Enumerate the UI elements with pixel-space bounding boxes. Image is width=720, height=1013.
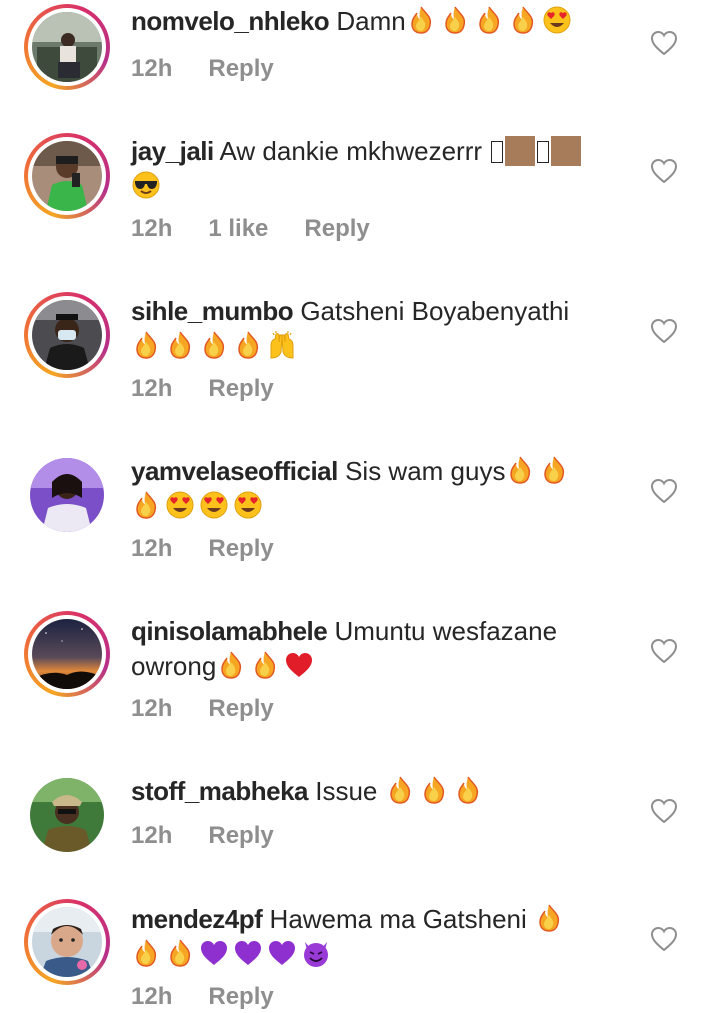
fire-emoji (474, 5, 508, 35)
avatar-photo (32, 300, 102, 370)
avatar[interactable] (24, 292, 110, 378)
comment-time: 12h (131, 822, 173, 849)
fire-emoji (131, 490, 165, 520)
purple-heart-emoji (233, 938, 267, 968)
comment-time: 12h (131, 55, 173, 82)
heart-eyes-emoji (165, 490, 199, 520)
comment-text: Damn (336, 6, 406, 36)
like-heart-icon[interactable] (650, 638, 678, 664)
fire-emoji (505, 455, 539, 485)
comment-username[interactable]: qinisolamabhele (131, 616, 328, 646)
comment-meta: 12h Reply (131, 983, 310, 1011)
comment-text: Issue (315, 776, 378, 806)
avatar[interactable] (24, 611, 110, 697)
comment-meta: 12h Reply (131, 55, 310, 83)
reply-button[interactable]: Reply (208, 55, 273, 83)
fire-emoji (233, 330, 267, 360)
heart-eyes-emoji (199, 490, 233, 520)
fire-emoji (406, 5, 440, 35)
like-heart-icon[interactable] (650, 318, 678, 344)
avatar[interactable] (24, 772, 110, 858)
comment-time: 12h (131, 375, 173, 402)
skin-tone-medium (505, 136, 536, 166)
comment-username[interactable]: nomvelo_nhleko (131, 6, 330, 36)
reply-button[interactable]: Reply (208, 535, 273, 563)
comment-text: Gatsheni Boyabenyathi (300, 296, 570, 326)
smiling-devil-emoji (301, 938, 335, 968)
purple-heart-emoji (199, 938, 233, 968)
heart-eyes-emoji (542, 5, 576, 35)
sunglasses-emoji (131, 170, 165, 200)
fire-emoji (131, 938, 165, 968)
comment-username[interactable]: jay_jali (131, 136, 214, 166)
comment-text: Sis wam guys (345, 456, 506, 486)
red-heart-emoji (284, 650, 318, 680)
avatar-photo (32, 907, 102, 977)
avatar[interactable] (24, 4, 110, 90)
like-heart-icon[interactable] (650, 798, 678, 824)
like-heart-icon[interactable] (650, 158, 678, 184)
fire-emoji (165, 938, 199, 968)
comment-meta: 12h Reply (131, 695, 310, 723)
fire-emoji (165, 330, 199, 360)
comment-text-line2: owrong (131, 651, 217, 681)
fire-emoji (131, 330, 165, 360)
comment-time: 12h (131, 983, 173, 1010)
raising-hands-emoji (267, 330, 301, 360)
avatar[interactable] (24, 899, 110, 985)
avatar-photo (32, 619, 102, 689)
fire-emoji (250, 650, 284, 680)
comment-username[interactable]: yamvelaseofficial (131, 456, 338, 486)
avatar-photo (30, 778, 104, 852)
reply-button[interactable]: Reply (208, 375, 273, 403)
comment-time: 12h (131, 215, 173, 242)
avatar[interactable] (24, 133, 110, 219)
comment-likes[interactable]: 1 like (208, 215, 268, 243)
unrendered-glyph (537, 141, 550, 163)
comment-text: Aw dankie mkhwezerrr (219, 136, 483, 166)
fire-emoji (419, 775, 453, 805)
fire-emoji (508, 5, 542, 35)
like-heart-icon[interactable] (650, 478, 678, 504)
fire-emoji (440, 5, 474, 35)
comment-meta: 12h 1 like Reply (131, 215, 406, 243)
skin-tone-medium (551, 136, 582, 166)
reply-button[interactable]: Reply (208, 983, 273, 1011)
reply-button[interactable]: Reply (208, 822, 273, 850)
fire-emoji (199, 330, 233, 360)
comment-username[interactable]: mendez4pf (131, 904, 263, 934)
comment-meta: 12h Reply (131, 535, 310, 563)
reply-button[interactable]: Reply (304, 215, 369, 243)
fire-emoji (453, 775, 487, 805)
fire-emoji (539, 455, 573, 485)
avatar-photo (32, 12, 102, 82)
comment-text: Hawema ma Gatsheni (269, 904, 527, 934)
comment-username[interactable]: sihle_mumbo (131, 296, 294, 326)
comment-meta: 12h Reply (131, 822, 310, 850)
fire-emoji (216, 650, 250, 680)
avatar-photo (32, 141, 102, 211)
comment-text: Umuntu wesfazane (334, 616, 558, 646)
heart-eyes-emoji (233, 490, 267, 520)
avatar-photo (30, 458, 104, 532)
like-heart-icon[interactable] (650, 926, 678, 952)
comment-time: 12h (131, 695, 173, 722)
fire-emoji (534, 903, 568, 933)
unrendered-glyph (491, 141, 504, 163)
reply-button[interactable]: Reply (208, 695, 273, 723)
comment-username[interactable]: stoff_mabheka (131, 776, 309, 806)
purple-heart-emoji (267, 938, 301, 968)
comment-time: 12h (131, 535, 173, 562)
like-heart-icon[interactable] (650, 30, 678, 56)
fire-emoji (385, 775, 419, 805)
comment-meta: 12h Reply (131, 375, 310, 403)
avatar[interactable] (24, 452, 110, 538)
